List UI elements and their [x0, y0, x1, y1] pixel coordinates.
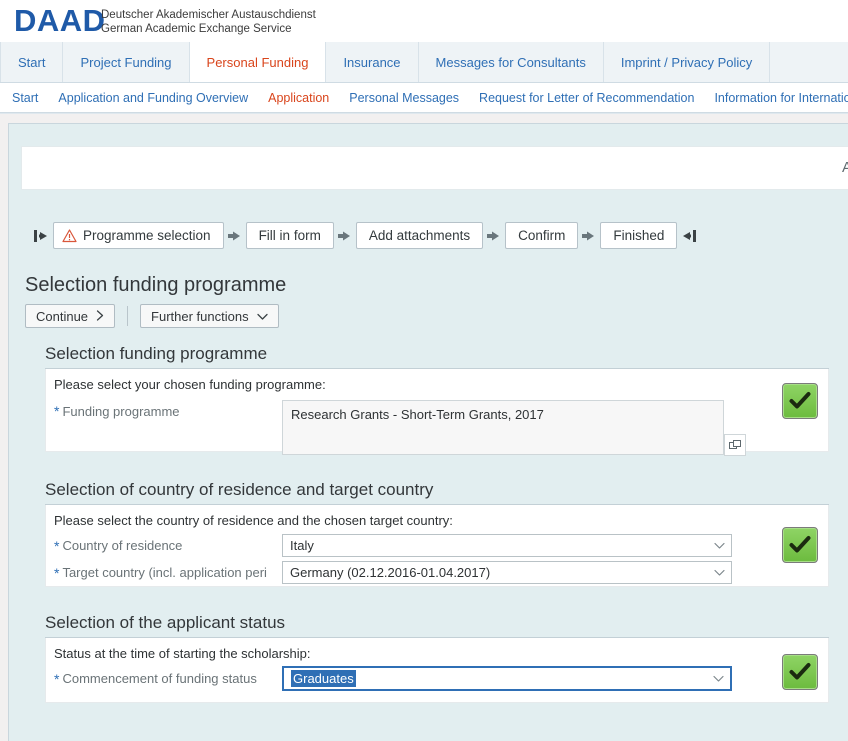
required-marker: * — [54, 564, 60, 581]
form-row-funding-programme: * Funding programme Research Grants - Sh… — [46, 394, 828, 464]
subnav-item-start[interactable]: Start — [0, 91, 48, 105]
roadmap-step-label: Fill in form — [258, 228, 321, 243]
secondary-navigation: Start Application and Funding Overview A… — [0, 83, 848, 113]
panel-intro: Please select your chosen funding progra… — [54, 377, 326, 392]
field-label-text: Target country (incl. application peri — [62, 565, 267, 580]
continue-button[interactable]: Continue — [25, 304, 116, 328]
section-title: Selection funding programme — [45, 344, 829, 369]
roadmap-step-finished[interactable]: Finished — [600, 222, 678, 249]
subnav-item-personal-messages[interactable]: Personal Messages — [339, 91, 469, 105]
nav-item-messages-for-consultants[interactable]: Messages for Consultants — [419, 42, 604, 82]
step-arrow-icon — [224, 225, 246, 247]
panel-funding-programme: Please select your chosen funding progra… — [45, 369, 829, 456]
page-title: Selection funding programme — [25, 274, 287, 296]
required-marker: * — [54, 537, 60, 554]
step-arrow-icon — [334, 225, 356, 247]
step-arrow-icon — [483, 225, 505, 247]
section-title: Selection of the applicant status — [45, 613, 829, 638]
roadmap-step-label: Add attachments — [368, 228, 471, 243]
step-first-icon[interactable] — [31, 225, 53, 247]
brand-subtitle-line-de: Deutscher Akademischer Austauschdienst — [101, 9, 316, 21]
roadmap-step-label: Programme selection — [83, 228, 211, 243]
brand-subtitle: Deutscher Akademischer Austauschdienst G… — [101, 8, 316, 36]
field-label-text: Funding programme — [62, 403, 180, 419]
field-label-target-country: * Target country (incl. application peri — [54, 559, 267, 586]
application-header-strip: A — [21, 146, 848, 190]
country-of-residence-select[interactable]: Italy — [282, 534, 732, 557]
green-check-icon[interactable] — [782, 527, 818, 563]
form-row-commencement-status: * Commencement of funding status Graduat… — [46, 665, 828, 692]
chevron-down-icon — [714, 569, 725, 576]
app-canvas: A Programme selection Fill in form Add a… — [8, 123, 848, 741]
commencement-status-select[interactable]: Graduates — [282, 666, 732, 691]
roadmap-step-label: Confirm — [518, 228, 566, 243]
nav-item-imprint-privacy-policy[interactable]: Imprint / Privacy Policy — [604, 42, 771, 82]
subnav-item-request-for-letter-of-recommendation[interactable]: Request for Letter of Recommendation — [469, 91, 704, 105]
value-help-icon[interactable] — [724, 434, 746, 456]
nav-item-start[interactable]: Start — [0, 42, 64, 82]
field-label-funding-programme: * Funding programme — [54, 394, 180, 428]
roadmap-step-programme-selection[interactable]: Programme selection — [53, 222, 224, 249]
field-label-country-of-residence: * Country of residence — [54, 532, 182, 559]
roadmap-step-fill-in-form[interactable]: Fill in form — [245, 222, 334, 249]
chevron-right-icon — [96, 309, 104, 324]
brand-subtitle-line-en: German Academic Exchange Service — [101, 23, 292, 35]
roadmap-step-add-attachments[interactable]: Add attachments — [355, 222, 484, 249]
subnav-item-application-and-funding-overview[interactable]: Application and Funding Overview — [48, 91, 258, 105]
nav-item-insurance[interactable]: Insurance — [326, 42, 419, 82]
nav-item-personal-funding[interactable]: Personal Funding — [189, 42, 327, 82]
chevron-down-icon — [256, 309, 268, 324]
step-arrow-icon — [578, 225, 600, 247]
further-functions-button[interactable]: Further functions — [140, 304, 279, 328]
chevron-down-icon — [713, 675, 724, 682]
field-label-commencement-of-funding-status: * Commencement of funding status — [54, 665, 257, 692]
field-label-text: Commencement of funding status — [62, 671, 257, 686]
panel-intro: Please select the country of residence a… — [54, 513, 453, 528]
green-check-icon[interactable] — [782, 654, 818, 690]
warning-triangle-icon — [62, 228, 77, 243]
panel-applicant-status: Status at the time of starting the schol… — [45, 638, 829, 703]
continue-button-label: Continue — [36, 308, 89, 324]
country-of-residence-value: Italy — [290, 538, 314, 553]
required-marker: * — [54, 403, 60, 419]
target-country-select[interactable]: Germany (02.12.2016-01.04.2017) — [282, 561, 732, 584]
section-selection-funding-programme: Selection funding programme Please selec… — [45, 344, 829, 456]
green-check-icon[interactable] — [782, 383, 818, 419]
further-functions-label: Further functions — [151, 308, 249, 324]
toolbar-separator — [127, 306, 129, 326]
required-marker: * — [54, 670, 60, 687]
header-clipped-text: A — [841, 159, 848, 176]
section-applicant-status: Selection of the applicant status Status… — [45, 613, 829, 703]
page-toolbar: Continue Further functions — [25, 304, 279, 328]
panel-intro: Status at the time of starting the schol… — [54, 646, 311, 661]
app-shell: A Programme selection Fill in form Add a… — [0, 114, 848, 741]
primary-navigation: Start Project Funding Personal Funding I… — [0, 42, 848, 83]
commencement-status-value: Graduates — [291, 670, 356, 687]
form-row-target-country: * Target country (incl. application peri… — [46, 559, 828, 586]
subnav-item-information-for-international[interactable]: Information for International — [704, 91, 848, 105]
roadmap-step-label: Finished — [613, 228, 665, 243]
roadmap: Programme selection Fill in form Add att… — [31, 222, 699, 249]
brand-header: DAAD Deutscher Akademischer Austauschdie… — [0, 0, 848, 42]
application-screen: DAAD Deutscher Akademischer Austauschdie… — [0, 0, 848, 741]
chevron-down-icon — [714, 542, 725, 549]
nav-item-project-funding[interactable]: Project Funding — [63, 42, 190, 82]
daad-logo: DAAD — [14, 3, 106, 38]
subnav-item-application[interactable]: Application — [258, 91, 339, 105]
section-title: Selection of country of residence and ta… — [45, 480, 829, 505]
step-last-icon[interactable] — [677, 225, 699, 247]
section-country-selection: Selection of country of residence and ta… — [45, 480, 829, 587]
field-label-text: Country of residence — [62, 538, 183, 553]
roadmap-step-confirm[interactable]: Confirm — [505, 222, 579, 249]
target-country-value: Germany (02.12.2016-01.04.2017) — [290, 565, 491, 580]
form-row-country-of-residence: * Country of residence Italy — [46, 532, 828, 559]
funding-programme-input[interactable]: Research Grants - Short-Term Grants, 201… — [282, 400, 724, 455]
panel-country-selection: Please select the country of residence a… — [45, 505, 829, 587]
funding-programme-field-group: Research Grants - Short-Term Grants, 201… — [282, 400, 746, 456]
